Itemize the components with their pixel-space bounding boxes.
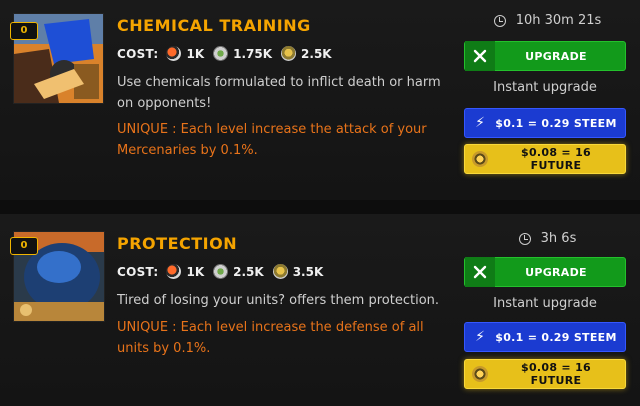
instant-upgrade-label: Instant upgrade — [493, 80, 597, 95]
cost-label: COST: — [117, 264, 159, 279]
lightning-icon: ⚡ — [475, 329, 485, 345]
upgrade-button[interactable]: UPGRADE — [464, 41, 626, 71]
pay-steem-button[interactable]: ⚡ $0.1 = 0.29 STEEM — [464, 108, 626, 138]
pay-future-button[interactable]: $0.08 = 16 FUTURE — [464, 144, 626, 174]
weed-icon — [213, 264, 229, 279]
cost-value: 1K — [186, 264, 205, 279]
steem-price: $0.1 = 0.29 STEEM — [495, 330, 617, 344]
upgrade-label: UPGRADE — [525, 49, 587, 63]
instant-upgrade-label: Instant upgrade — [493, 296, 597, 311]
future-price: $0.08 = 16 FUTURE — [521, 361, 591, 387]
beer-icon — [166, 46, 182, 61]
clock-icon — [518, 232, 531, 245]
unique-bonus: UNIQUE : Each level increase the attack … — [117, 122, 427, 158]
pay-future-button[interactable]: $0.08 = 16 FUTURE — [464, 359, 626, 389]
bullet-icon — [281, 46, 297, 61]
cost-beer: 1K — [166, 46, 204, 61]
card-divider — [0, 200, 640, 214]
cost-value: 2.5K — [301, 46, 332, 61]
upgrade-timer: 3h 6s — [470, 231, 625, 246]
upgrade-button[interactable]: UPGRADE — [464, 257, 626, 287]
training-card-protection: 0 PROTECTION COST: 1K 2.5K 3.5K Tired of… — [0, 214, 640, 406]
cost-weed: 2.5K — [213, 264, 264, 279]
cost-row: COST: 1K 1.75K 2.5K — [117, 46, 341, 61]
card-title: PROTECTION — [117, 234, 238, 253]
clock-icon — [493, 14, 506, 27]
cost-row: COST: 1K 2.5K 3.5K — [117, 264, 332, 279]
coin-icon — [465, 359, 495, 389]
training-card-chemical: 0 CHEMICAL TRAINING COST: 1K 1.75K 2.5K … — [0, 0, 640, 200]
cost-bullet: 3.5K — [272, 264, 324, 279]
card-title: CHEMICAL TRAINING — [117, 16, 311, 35]
upgrade-label: UPGRADE — [525, 265, 587, 279]
coin-icon — [465, 144, 495, 174]
steem-price: $0.1 = 0.29 STEEM — [495, 116, 617, 130]
beer-icon — [166, 264, 182, 279]
upgrade-timer: 10h 30m 21s — [470, 13, 625, 28]
cost-weed: 1.75K — [213, 46, 272, 61]
tools-icon — [465, 41, 495, 71]
unique-bonus: UNIQUE : Each level increase the defense… — [117, 320, 424, 356]
weed-icon — [213, 46, 229, 61]
cost-value: 1.75K — [233, 46, 273, 61]
tools-icon — [465, 257, 495, 287]
timer-value: 10h 30m 21s — [515, 13, 602, 28]
cost-value: 3.5K — [292, 264, 324, 279]
level-badge: 0 — [10, 237, 38, 255]
cost-value: 2.5K — [233, 264, 264, 279]
level-badge: 0 — [10, 22, 38, 40]
bullet-icon — [272, 264, 288, 279]
lightning-icon: ⚡ — [475, 115, 485, 131]
future-price: $0.08 = 16 FUTURE — [521, 146, 591, 172]
timer-value: 3h 6s — [540, 231, 577, 246]
cost-value: 1K — [186, 46, 205, 61]
cost-label: COST: — [117, 46, 159, 61]
cost-beer: 1K — [166, 264, 204, 279]
pay-steem-button[interactable]: ⚡ $0.1 = 0.29 STEEM — [464, 322, 626, 352]
card-description: Tired of losing your units? offers them … — [117, 293, 440, 308]
card-description: Use chemicals formulated to inflict deat… — [117, 75, 441, 111]
cost-bullet: 2.5K — [281, 46, 332, 61]
